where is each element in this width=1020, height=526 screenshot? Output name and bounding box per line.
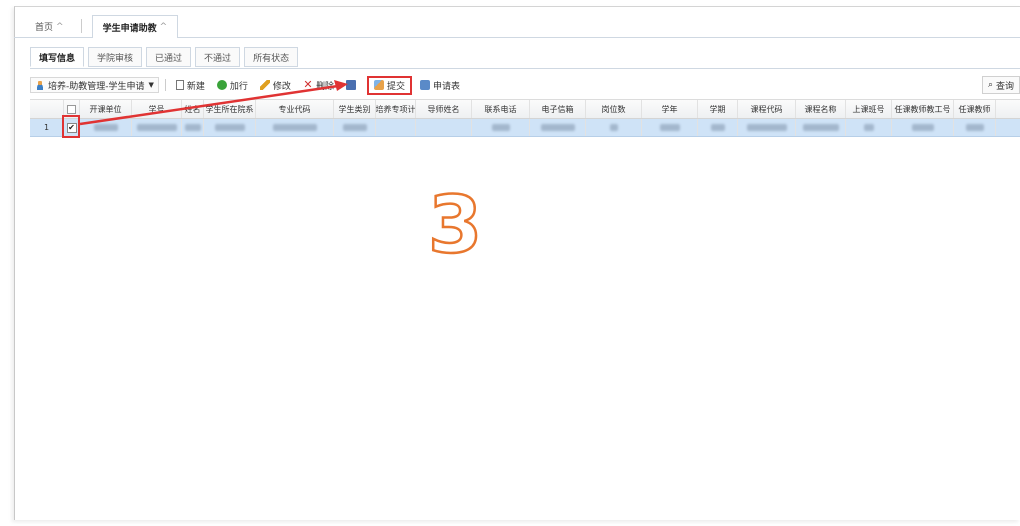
row-number-header (30, 100, 64, 118)
table-cell (334, 119, 376, 136)
column-header[interactable]: 姓名 (182, 100, 204, 118)
subtab-fill-info[interactable]: 填写信息 (30, 47, 85, 67)
table-row[interactable]: 1 ✔ (30, 119, 1020, 137)
column-header[interactable]: 任课教师 (954, 100, 996, 118)
table-cell (796, 119, 846, 136)
step-number-annotation: 3 (427, 181, 484, 271)
main-tab-strip: 首页 ^ 学生申请助教 ^ (14, 14, 1020, 38)
edit-button[interactable]: 修改 (256, 76, 295, 94)
table-cell (642, 119, 698, 136)
table-cell (80, 119, 132, 136)
status-tabs: 填写信息 学院审核 已通过 不通过 所有状态 (30, 47, 302, 69)
column-header[interactable]: 学期 (698, 100, 738, 118)
submit-button[interactable]: 提交 (366, 75, 412, 95)
tab-active-label: 学生申请助教 (102, 23, 157, 34)
table-cell (256, 119, 334, 136)
column-header[interactable]: 联系电话 (472, 100, 530, 118)
misc-tool-button[interactable] (342, 76, 363, 94)
column-header[interactable]: 学生所在院系 (204, 100, 256, 118)
column-header[interactable]: 学号 (132, 100, 182, 118)
subtab-college-review[interactable]: 学院审核 (88, 47, 143, 67)
add-row-label: 加行 (229, 81, 248, 92)
search-button-label: 查询 (995, 81, 1014, 92)
delete-button-label: 删除 (315, 81, 334, 92)
table-cell (376, 119, 416, 136)
column-header[interactable]: 培养专项计 (376, 100, 416, 118)
toolbar-misc-icon (345, 80, 356, 90)
search-icon: ⌕ (987, 80, 993, 90)
application-form-label: 申请表 (432, 81, 460, 92)
tab-close-icon[interactable]: ^ (56, 22, 64, 32)
subtab-rejected[interactable]: 不通过 (195, 47, 241, 67)
delete-button[interactable]: ✕ 删除 (299, 76, 338, 94)
select-all-checkbox[interactable] (67, 104, 76, 114)
column-header[interactable]: 上课班号 (846, 100, 892, 118)
tab-student-assistant-application[interactable]: 学生申请助教 ^ (91, 15, 179, 38)
toolbar-divider (164, 79, 166, 91)
column-header[interactable]: 电子信箱 (530, 100, 586, 118)
document-icon (175, 80, 184, 90)
tab-close-icon[interactable]: ^ (160, 22, 168, 32)
table-cell (954, 119, 996, 136)
table-cell (472, 119, 530, 136)
table-cell (530, 119, 586, 136)
submit-button-label: 提交 (386, 81, 405, 92)
column-header[interactable]: 学年 (642, 100, 698, 118)
table-cell (698, 119, 738, 136)
tab-divider (80, 19, 82, 33)
toolbar: 培养-助教管理-学生申请 ▼ 新建 加行 修改 ✕ 删除 提交 申请表 ⌕ 查询 (30, 75, 1020, 95)
edit-button-label: 修改 (272, 81, 291, 92)
add-row-button[interactable]: 加行 (213, 76, 252, 94)
column-header[interactable]: 开课单位 (80, 100, 132, 118)
table-cell (846, 119, 892, 136)
tab-home-label: 首页 (35, 23, 54, 33)
user-icon (35, 80, 45, 90)
table-cell (586, 119, 642, 136)
table-cell (738, 119, 796, 136)
checkbox-highlight-annotation (62, 115, 80, 138)
grid-header: 开课单位 学号 姓名 学生所在院系 专业代码 学生类别 培养专项计 导师姓名 联… (30, 99, 1020, 119)
new-button-label: 新建 (186, 81, 205, 92)
application-form-button[interactable]: 申请表 (416, 76, 464, 94)
module-dropdown[interactable]: 培养-助教管理-学生申请 ▼ (30, 77, 159, 93)
column-header[interactable]: 专业代码 (256, 100, 334, 118)
table-cell (132, 119, 182, 136)
tab-home[interactable]: 首页 ^ (24, 15, 75, 37)
table-cell (892, 119, 954, 136)
form-icon (419, 80, 430, 90)
row-number: 1 (30, 119, 64, 136)
column-header[interactable]: 任课教师教工号 (892, 100, 954, 118)
data-grid: 开课单位 学号 姓名 学生所在院系 专业代码 学生类别 培养专项计 导师姓名 联… (30, 99, 1020, 137)
table-cell (204, 119, 256, 136)
search-button[interactable]: ⌕ 查询 (981, 76, 1020, 94)
delete-x-icon: ✕ (303, 78, 313, 91)
table-cell (182, 119, 204, 136)
subtab-approved[interactable]: 已通过 (146, 47, 192, 67)
table-cell (416, 119, 472, 136)
submit-icon (373, 80, 384, 90)
pencil-icon (259, 80, 270, 90)
subtab-all-status[interactable]: 所有状态 (244, 47, 299, 67)
column-header[interactable]: 导师姓名 (416, 100, 472, 118)
column-header[interactable]: 课程代码 (738, 100, 796, 118)
column-header[interactable]: 学生类别 (334, 100, 376, 118)
new-button[interactable]: 新建 (172, 76, 209, 94)
module-dropdown-label: 培养-助教管理-学生申请 (48, 81, 145, 92)
subtab-underline (30, 68, 1020, 69)
chevron-down-icon: ▼ (148, 81, 154, 89)
column-header[interactable]: 岗位数 (586, 100, 642, 118)
add-icon (216, 80, 227, 90)
column-header[interactable]: 课程名称 (796, 100, 846, 118)
